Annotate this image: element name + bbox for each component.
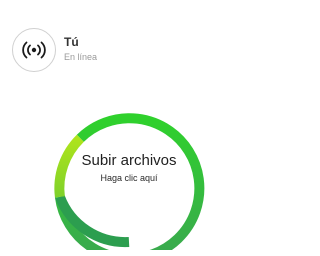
upload-title: Subir archivos — [81, 152, 177, 169]
upload-label-group: Subir archivos Haga clic aquí — [51, 94, 207, 250]
user-name: Tú — [64, 35, 79, 49]
page: Tú En línea Subir archivos Haga clic aqu… — [0, 0, 256, 256]
upload-button[interactable]: Subir archivos Haga clic aquí — [51, 94, 207, 250]
upload-subtitle: Haga clic aquí — [100, 173, 158, 183]
broadcast-icon — [22, 41, 46, 59]
user-header: Tú En línea — [0, 0, 256, 76]
user-status: En línea — [64, 52, 98, 62]
avatar[interactable] — [12, 28, 56, 72]
